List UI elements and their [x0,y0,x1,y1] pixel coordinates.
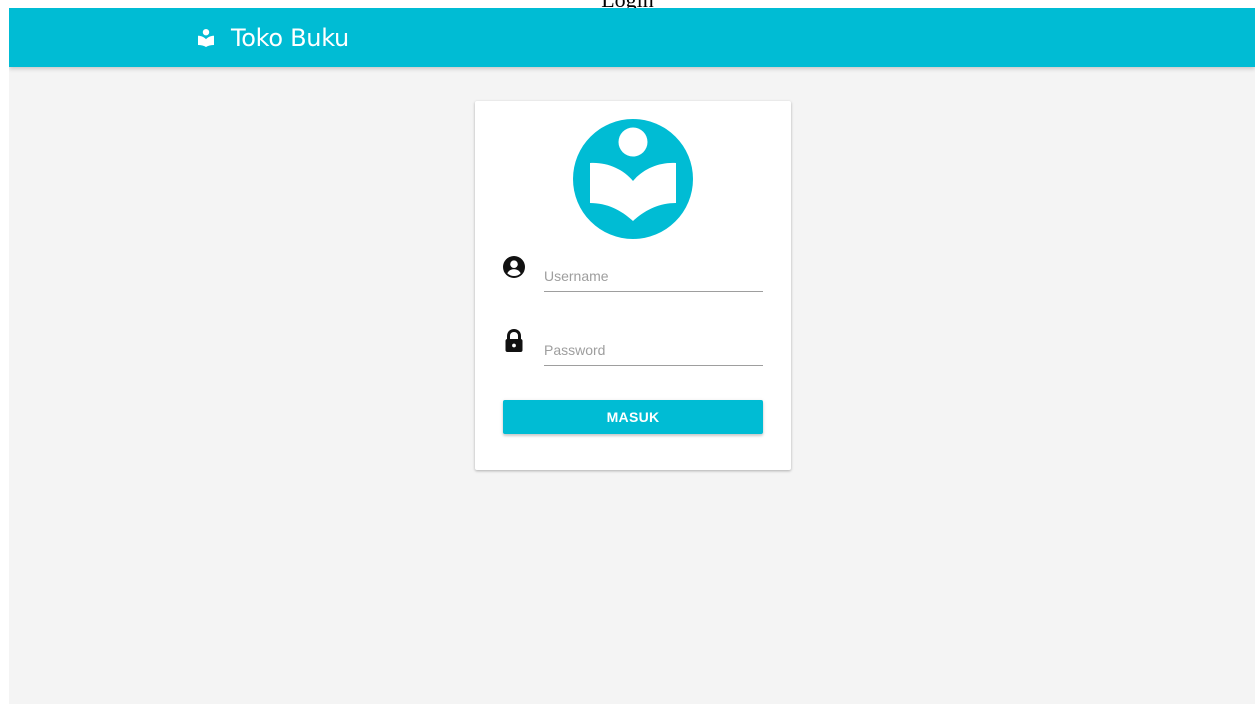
book-reader-icon [198,28,214,47]
app-viewport: Toko Buku MASUK [9,8,1255,704]
user-circle-icon [503,256,525,278]
username-row [503,251,765,295]
top-navbar: Toko Buku [9,8,1255,67]
login-button[interactable]: MASUK [503,400,763,434]
page-title: Login [0,0,1255,8]
book-reader-logo-icon [573,119,693,239]
login-card: MASUK [475,101,791,470]
password-input[interactable] [544,335,763,366]
password-row [503,325,765,369]
lock-icon [505,329,523,352]
username-input[interactable] [544,261,763,292]
brand-name: Toko Buku [231,23,349,52]
brand-link[interactable]: Toko Buku [198,8,349,67]
